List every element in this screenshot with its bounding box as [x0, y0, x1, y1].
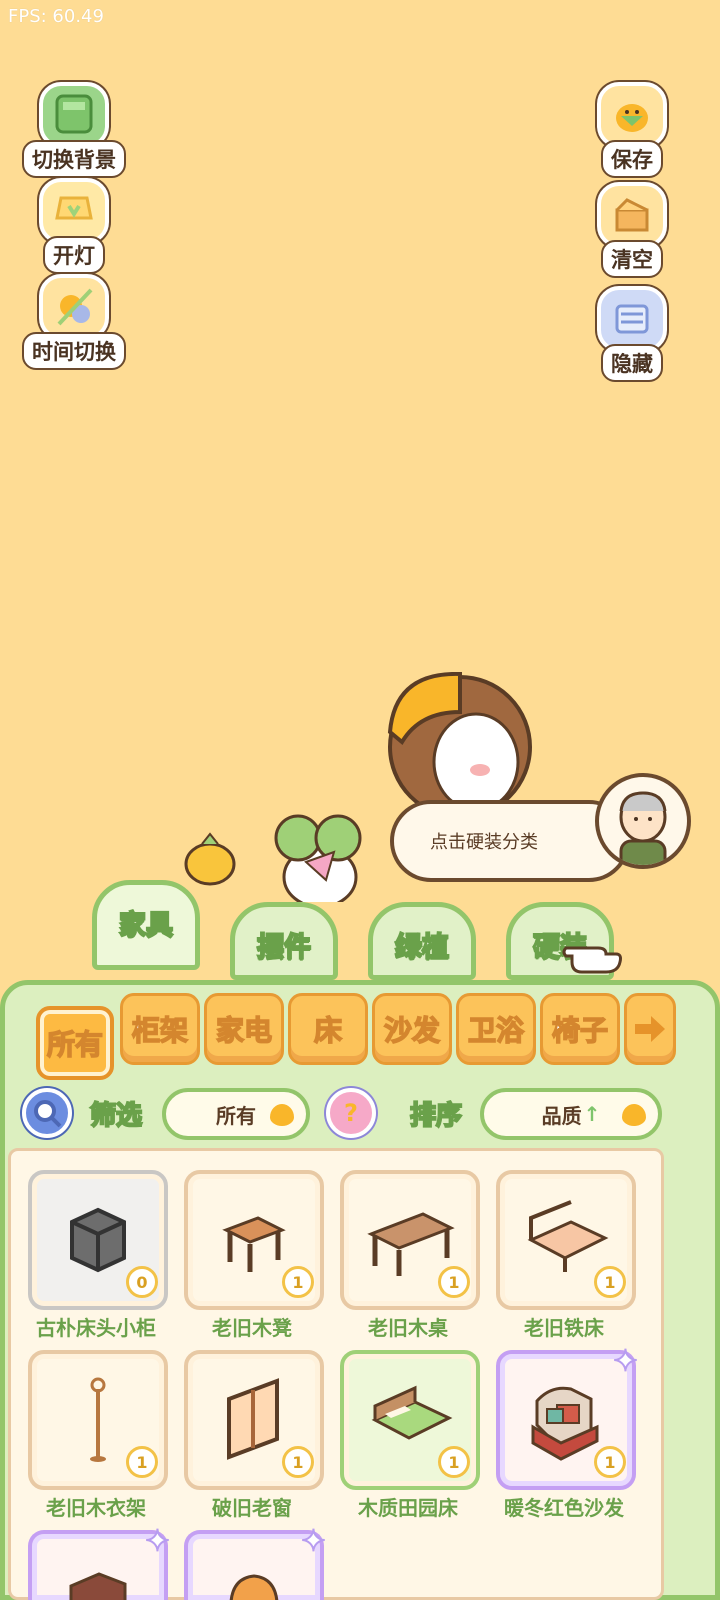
item-card[interactable]: 0 [28, 1170, 168, 1310]
wooden-table-icon [367, 1212, 455, 1276]
fps-counter: FPS: 60.49 [8, 6, 104, 27]
item-name: 老旧木凳 [212, 1316, 292, 1340]
subtab-beds-label: 床 [313, 1013, 343, 1048]
clear-button[interactable]: 清空 [580, 182, 684, 278]
hide-icon [597, 286, 667, 352]
iron-bed-icon [527, 1200, 609, 1272]
subtab-bathroom[interactable]: 卫浴 [456, 993, 536, 1065]
item-name: 老旧木衣架 [46, 1496, 146, 1520]
subtab-chairs[interactable]: 椅子 [540, 993, 620, 1065]
light-button[interactable]: 开灯 [22, 178, 126, 274]
light-label: 开灯 [43, 236, 105, 274]
subtab-appliances-label: 家电 [215, 1013, 273, 1048]
coat-rack-icon [90, 1377, 106, 1462]
item-name: 暖冬红色沙发 [504, 1496, 624, 1520]
item-card[interactable]: ✦ [184, 1523, 327, 1600]
time-switch-button[interactable]: 时间切换 [22, 274, 126, 370]
item-card[interactable]: 1 [28, 1350, 168, 1490]
speech-bubble: 点击硬装分类 [390, 800, 630, 882]
switch-background-label: 切换背景 [22, 140, 126, 178]
sparkle-icon: ✦ [612, 1343, 639, 1380]
item-card[interactable]: 1 [340, 1170, 480, 1310]
time-switch-label: 时间切换 [22, 332, 126, 370]
hide-button[interactable]: 隐藏 [580, 286, 684, 382]
save-duck-icon [597, 82, 667, 148]
item-card[interactable]: 1 [496, 1170, 636, 1310]
item-qty: 1 [282, 1266, 314, 1298]
subtab-shelves[interactable]: 柜架 [120, 993, 200, 1065]
item-name: 古朴床头小柜 [36, 1316, 156, 1340]
subtab-shelves-label: 柜架 [131, 1013, 189, 1048]
item-qty: 1 [282, 1446, 314, 1478]
old-window-icon [227, 1378, 279, 1460]
filter-label: 筛选 [89, 1100, 143, 1132]
save-label: 保存 [601, 140, 663, 178]
item-card[interactable]: 1 [340, 1350, 480, 1490]
subtab-chairs-label: 椅子 [551, 1013, 609, 1048]
item-qty: 1 [594, 1446, 626, 1478]
tab-furniture[interactable]: 家具 [92, 880, 200, 970]
subtab-sofas[interactable]: 沙发 [372, 993, 452, 1065]
item-name: 破旧老窗 [212, 1496, 292, 1520]
clear-label: 清空 [601, 240, 663, 278]
subtab-appliances[interactable]: 家电 [204, 993, 284, 1065]
dropdown-heart-icon [270, 1104, 294, 1126]
item-name: 木质田园床 [358, 1496, 458, 1520]
next-arrow-button[interactable] [624, 993, 676, 1065]
item-card[interactable]: 1 [184, 1170, 324, 1310]
save-button[interactable]: 保存 [580, 82, 684, 178]
lamp-item-icon [229, 1574, 279, 1600]
tab-ornaments-label: 摆件 [256, 931, 312, 964]
sort-arrow-icon: ↑ [583, 1102, 601, 1126]
item-qty: 1 [438, 1266, 470, 1298]
pointing-hand-icon [562, 946, 622, 974]
clear-box-icon [597, 182, 667, 248]
sort-dropdown[interactable]: 品质 ↑ [480, 1088, 662, 1140]
item-qty: 1 [594, 1266, 626, 1298]
item-card[interactable]: ✦ 1 [496, 1343, 639, 1490]
grandpa-avatar [595, 773, 691, 869]
sparkle-icon: ✦ [300, 1523, 327, 1560]
subtab-all[interactable]: 所有 [36, 1006, 114, 1080]
wooden-stool-icon [222, 1216, 286, 1272]
question-icon: ? [344, 1099, 358, 1127]
tab-furniture-label: 家具 [118, 909, 174, 942]
item-name: 老旧木桌 [368, 1316, 448, 1340]
arrow-right-icon [635, 1016, 665, 1042]
hide-label: 隐藏 [601, 344, 663, 382]
item-qty: 1 [126, 1446, 158, 1478]
filter-dropdown[interactable]: 所有 [162, 1088, 310, 1140]
item-card[interactable]: 1 [184, 1350, 324, 1490]
subtab-bathroom-label: 卫浴 [467, 1013, 525, 1048]
tab-ornaments[interactable]: 摆件 [230, 902, 338, 980]
sun-moon-icon [39, 274, 109, 340]
sort-label: 排序 [409, 1100, 463, 1132]
item-qty: 1 [438, 1446, 470, 1478]
subtab-beds[interactable]: 床 [288, 993, 368, 1065]
lamp-icon [39, 178, 109, 244]
search-icon [34, 1100, 62, 1128]
sparkle-icon: ✦ [144, 1523, 171, 1560]
filter-value: 所有 [216, 1103, 256, 1128]
item-card[interactable]: ✦ [28, 1523, 171, 1600]
help-button[interactable]: ? [326, 1088, 376, 1138]
tab-plants[interactable]: 绿植 [368, 902, 476, 980]
subtab-sofas-label: 沙发 [383, 1013, 441, 1048]
switch-background-button[interactable]: 切换背景 [22, 82, 126, 178]
item-name: 老旧铁床 [524, 1316, 604, 1340]
search-button[interactable] [22, 1088, 72, 1138]
cabinet-icon [69, 1572, 127, 1600]
item-qty: 0 [126, 1266, 158, 1298]
tab-plants-label: 绿植 [394, 931, 450, 964]
dropdown-heart-icon [622, 1104, 646, 1126]
sort-value: 品质 [541, 1103, 582, 1128]
background-icon [39, 82, 109, 148]
nightstand-icon [70, 1207, 126, 1273]
garden-bed-icon [371, 1385, 453, 1440]
subtab-all-label: 所有 [46, 1027, 104, 1062]
